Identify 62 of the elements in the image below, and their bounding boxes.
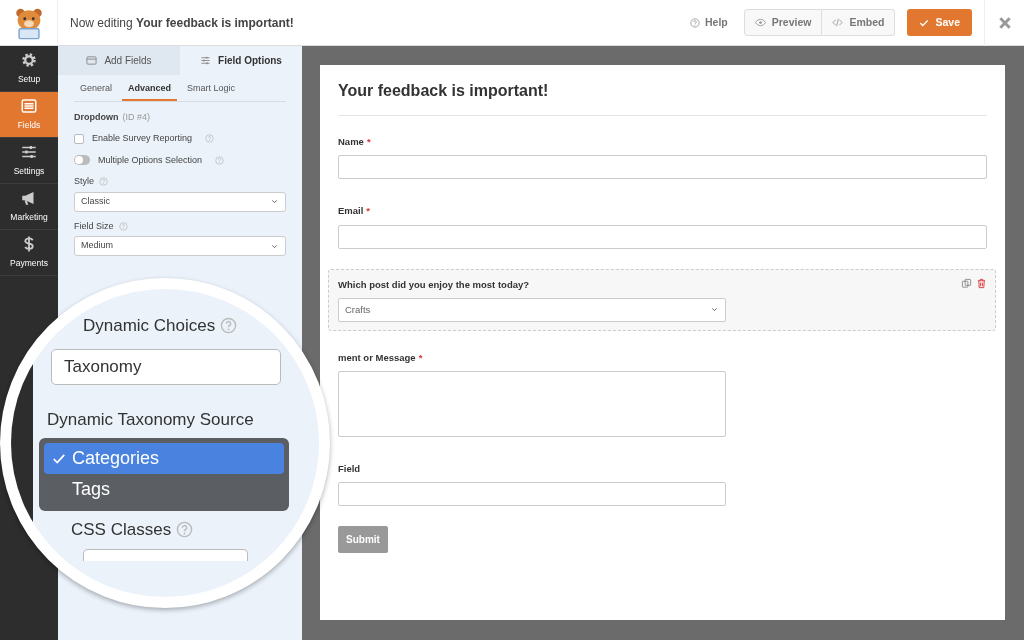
field-label: Name [338, 135, 364, 149]
select-field[interactable]: Taxonomy [51, 348, 281, 385]
field-label: Dynamic Choices [83, 315, 216, 337]
panel-tab[interactable]: Add Fields [58, 46, 180, 75]
help-icon [220, 317, 238, 335]
help-icon [215, 155, 225, 165]
help-icon [176, 521, 194, 539]
field-label: ment or Message [338, 350, 416, 365]
checkbox[interactable] [74, 133, 84, 144]
close-icon [997, 15, 1012, 30]
dropdown-option[interactable]: Tags [44, 474, 284, 505]
window-icon [86, 55, 98, 66]
text-input[interactable] [338, 482, 726, 507]
dropdown-option[interactable]: Categories [44, 443, 284, 474]
field-label: Field Size [74, 219, 114, 233]
eye-icon [754, 17, 766, 28]
select-field[interactable]: Classic [74, 191, 286, 212]
preview-button[interactable]: Preview [743, 8, 823, 37]
close-button[interactable] [997, 15, 1012, 30]
select-field[interactable]: Crafts [338, 297, 726, 322]
trash-icon [976, 277, 987, 289]
chevron-icon [270, 197, 279, 206]
option-label: Enable Survey Reporting [92, 132, 193, 145]
sliders-icon [200, 55, 212, 66]
text-input[interactable] [83, 548, 248, 561]
select-value: Classic [81, 194, 110, 208]
required-mark: * [418, 350, 423, 365]
field-label: Field [338, 462, 361, 476]
subtab[interactable]: Smart Logic [181, 79, 242, 101]
help-link[interactable]: Help [690, 14, 728, 31]
select-field[interactable]: Medium [74, 236, 286, 256]
textarea-input[interactable] [338, 371, 726, 437]
select-value: Taxonomy [64, 355, 142, 378]
help-icon [690, 17, 700, 28]
gear-icon [20, 51, 38, 70]
field-label: Email [338, 204, 364, 219]
duplicate-icon [961, 277, 972, 289]
field-type-text: Dropdown [74, 111, 119, 122]
check-icon [919, 17, 930, 28]
select-value: Crafts [345, 302, 371, 317]
form-heading: Your feedback is important! [338, 79, 987, 116]
field-label: CSS Classes [71, 519, 172, 541]
list-icon [20, 97, 38, 116]
field-id-text: (ID #4) [122, 111, 150, 122]
form-title-text: Now editing Your feedback is important! [70, 15, 294, 32]
field-label: Which post did you enjoy the most today? [338, 277, 530, 292]
option-label: Multiple Options Selection [98, 153, 203, 167]
subtab[interactable]: Advanced [122, 79, 178, 101]
select-value: Medium [81, 239, 113, 253]
toggle-switch[interactable] [74, 155, 90, 166]
help-icon [118, 221, 128, 231]
text-input[interactable] [338, 155, 987, 180]
help-icon [205, 134, 215, 144]
embed-button[interactable]: Embed [822, 8, 896, 37]
subtab[interactable]: General [74, 79, 119, 101]
required-mark: * [366, 204, 371, 219]
code-icon [832, 17, 844, 28]
help-icon [99, 177, 108, 187]
field-label: Style [74, 175, 94, 188]
text-input[interactable] [338, 224, 987, 249]
field-label: Dynamic Taxonomy Source [47, 408, 254, 431]
required-mark: * [366, 135, 371, 149]
